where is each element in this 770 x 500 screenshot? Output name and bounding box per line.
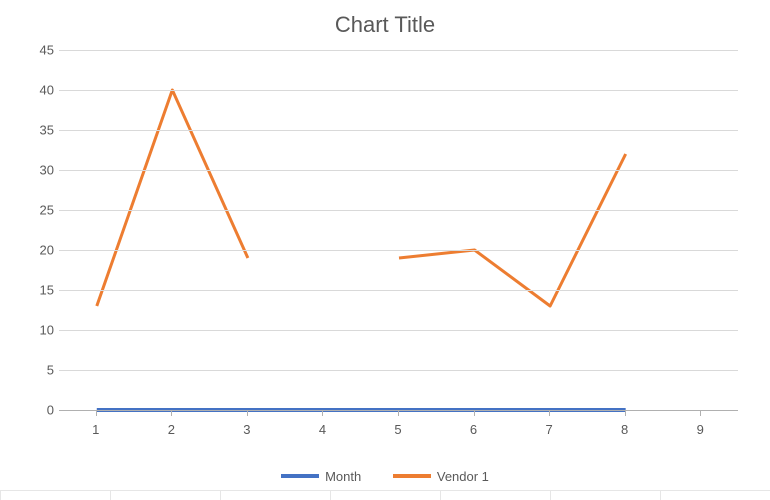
chart-lines (59, 50, 738, 410)
legend: Month Vendor 1 (0, 466, 770, 484)
gridline (59, 210, 738, 211)
x-tick-mark (247, 410, 248, 416)
x-tick-mark (96, 410, 97, 416)
x-tick-label: 2 (168, 422, 175, 437)
y-tick-label: 30 (18, 163, 54, 178)
plot-area (58, 50, 738, 410)
x-tick-mark (322, 410, 323, 416)
x-tick-mark (700, 410, 701, 416)
gridline (59, 370, 738, 371)
spreadsheet-row-hint (0, 490, 770, 500)
y-tick-label: 15 (18, 283, 54, 298)
gridline (59, 130, 738, 131)
plot-container: 051015202530354045 123456789 (18, 50, 748, 460)
y-tick-label: 20 (18, 243, 54, 258)
legend-swatch-vendor1 (393, 474, 431, 478)
legend-item-month: Month (281, 469, 361, 484)
chart-title: Chart Title (0, 0, 770, 38)
gridline (59, 250, 738, 251)
gridline (59, 90, 738, 91)
y-tick-label: 10 (18, 323, 54, 338)
x-tick-mark (398, 410, 399, 416)
x-tick-mark (549, 410, 550, 416)
legend-label-vendor1: Vendor 1 (437, 469, 489, 484)
series-line-vendor-1 (399, 154, 626, 306)
x-tick-label: 9 (697, 422, 704, 437)
x-tick-mark (171, 410, 172, 416)
x-tick-label: 1 (92, 422, 99, 437)
y-tick-label: 5 (18, 363, 54, 378)
x-tick-label: 5 (394, 422, 401, 437)
x-axis-ticks: 1 2 3 4 5 6 7 8 9 (58, 420, 738, 440)
y-tick-label: 40 (18, 83, 54, 98)
gridline (59, 330, 738, 331)
x-tick-label: 7 (545, 422, 552, 437)
legend-item-vendor1: Vendor 1 (393, 469, 489, 484)
gridline (59, 170, 738, 171)
x-tick-label: 4 (319, 422, 326, 437)
gridline (59, 290, 738, 291)
y-tick-label: 45 (18, 43, 54, 58)
legend-swatch-month (281, 474, 319, 478)
y-tick-label: 0 (18, 403, 54, 418)
x-tick-mark (474, 410, 475, 416)
y-tick-label: 25 (18, 203, 54, 218)
x-tick-label: 6 (470, 422, 477, 437)
x-tick-label: 3 (243, 422, 250, 437)
legend-label-month: Month (325, 469, 361, 484)
y-tick-label: 35 (18, 123, 54, 138)
x-tick-mark (625, 410, 626, 416)
gridline (59, 50, 738, 51)
series-line-vendor-1 (97, 90, 248, 306)
x-tick-label: 8 (621, 422, 628, 437)
